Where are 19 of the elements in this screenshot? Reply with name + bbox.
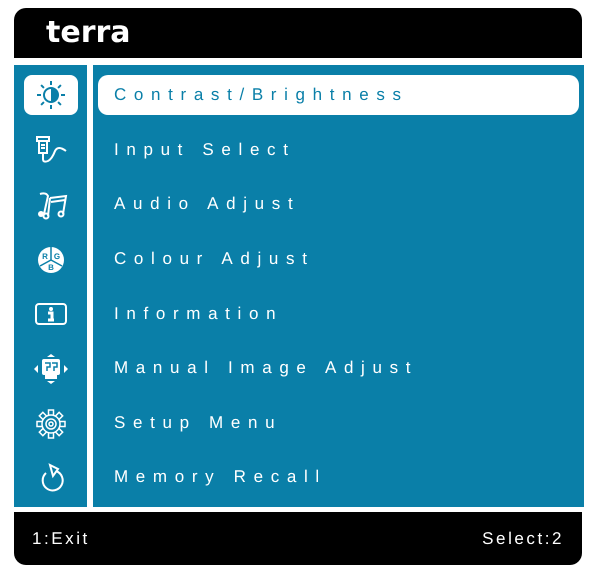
menu-icon-tile[interactable] (24, 75, 78, 115)
menu-item[interactable]: Colour Adjust (98, 238, 579, 279)
menu-item[interactable]: Audio Adjust (98, 184, 579, 224)
rgb-wheel-icon: R G B (36, 244, 66, 275)
brightness-icon (34, 79, 66, 111)
brand-logo: terra (46, 18, 131, 48)
connector-cable-icon (34, 134, 68, 165)
exit-hint: 1:Exit (32, 528, 90, 550)
menu-item[interactable]: Manual Image Adjust (98, 348, 579, 388)
info-icon (34, 302, 68, 326)
menu-item[interactable]: Memory Recall (98, 456, 579, 497)
menu-item[interactable]: Setup Menu (98, 402, 579, 442)
menu-icon-tile[interactable]: R G B (24, 240, 78, 280)
image-adjust-icon (32, 353, 70, 386)
menu-item[interactable]: Input Select (98, 130, 579, 170)
settings-icon (34, 408, 66, 440)
menu-item[interactable]: Contrast/Brightness (98, 75, 579, 115)
select-hint: Select:2 (482, 528, 564, 550)
menu-item[interactable]: Information (98, 293, 579, 334)
